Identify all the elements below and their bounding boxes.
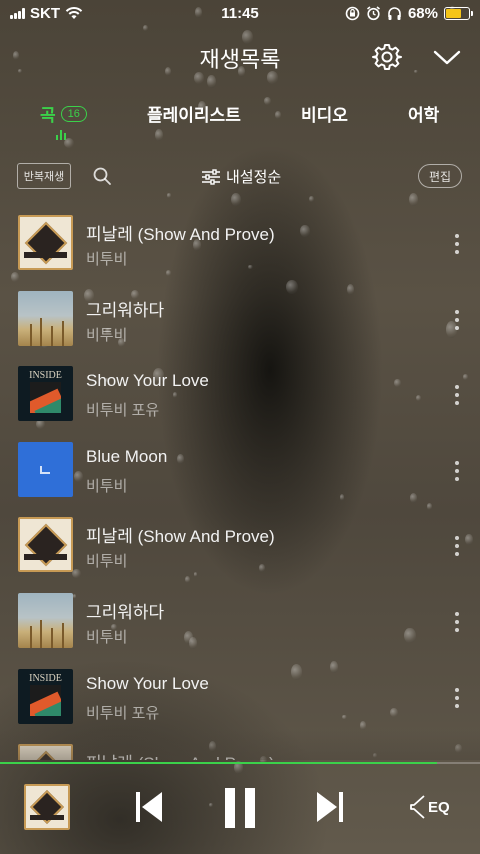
song-row[interactable]: Blue Moon 비투비 <box>0 437 480 512</box>
more-options-icon[interactable] <box>453 687 461 708</box>
speaker-icon <box>410 795 425 819</box>
album-art <box>18 441 73 497</box>
album-art <box>18 290 73 346</box>
song-title: Show Your Love <box>86 371 209 391</box>
song-title: 그리워하다 <box>86 300 165 320</box>
more-options-icon[interactable] <box>453 234 461 254</box>
now-playing-album-art[interactable] <box>24 784 70 830</box>
album-art <box>18 517 73 573</box>
tab-playlists[interactable]: 플레이리스트 <box>147 101 241 126</box>
search-icon[interactable] <box>92 166 112 186</box>
headphones-icon <box>388 7 401 20</box>
battery-icon <box>444 7 473 20</box>
status-bar: SKT 11:45 68% <box>0 0 480 28</box>
equalizer-button[interactable]: EQ <box>410 792 460 822</box>
page-title: 재생목록 <box>199 47 281 72</box>
chevron-down-icon[interactable] <box>432 44 462 70</box>
rotation-lock-icon <box>345 6 360 21</box>
album-art: INSIDE <box>18 366 73 422</box>
more-options-icon[interactable] <box>453 385 461 406</box>
now-playing-equalizer-icon <box>56 130 66 140</box>
song-row[interactable]: INSIDE Show Your Love 비투비 포유 <box>0 361 480 436</box>
edit-button[interactable]: 편집 <box>418 164 462 188</box>
song-row[interactable]: 피날레 (Show And Prove) 비투비 <box>0 210 480 285</box>
song-title: Blue Moon <box>86 446 168 466</box>
list-fade-overlay <box>0 730 480 760</box>
album-art <box>18 593 73 648</box>
battery-percent: 68% <box>407 5 438 22</box>
song-artist: 비투비 <box>86 251 128 268</box>
song-list[interactable]: 피날레 (Show And Prove) 비투비 그리워하다 비투비 INSIDE Sho… <box>0 210 480 760</box>
playback-progress-bar[interactable] <box>0 762 480 764</box>
song-artist: 비투비 포유 <box>86 402 160 420</box>
song-artist: 비투비 <box>86 477 128 495</box>
edit-label: 편집 <box>428 169 452 184</box>
tab-songs-label: 곡 <box>40 106 56 125</box>
sort-label: 내설정순 <box>226 169 282 186</box>
tab-songs[interactable]: 곡 16 <box>40 101 87 126</box>
song-row[interactable]: INSIDE Show Your Love 비투비 포유 <box>0 664 480 739</box>
previous-track-icon[interactable] <box>133 788 165 826</box>
song-row[interactable]: 그리워하다비투비 <box>0 286 480 361</box>
tab-language[interactable]: 어학 <box>408 101 439 126</box>
album-art: INSIDE <box>18 668 73 724</box>
repeat-button[interactable]: 반복재생 <box>17 163 71 189</box>
song-artist: 비투비 <box>86 629 128 646</box>
next-track-icon[interactable] <box>314 788 346 826</box>
song-artist: 비투비 <box>86 553 128 571</box>
eq-label: EQ <box>428 798 450 816</box>
song-artist: 비투비 포유 <box>86 704 160 722</box>
song-count-badge: 16 <box>60 105 87 122</box>
song-row[interactable]: 그리워하다비투비 <box>0 588 480 663</box>
song-title: 피날레 (Show And Prove) <box>86 527 275 547</box>
gear-icon[interactable] <box>372 42 402 72</box>
song-title: Show Your Love <box>86 673 209 693</box>
more-options-icon[interactable] <box>453 536 461 557</box>
more-options-icon[interactable] <box>453 460 461 481</box>
more-options-icon[interactable] <box>453 612 461 632</box>
alarm-icon <box>366 6 380 21</box>
more-options-icon[interactable] <box>453 309 461 330</box>
song-title: 그리워하다 <box>86 603 165 622</box>
album-art <box>18 215 73 270</box>
song-row[interactable]: 피날레 (Show And Prove) 비투비 <box>0 512 480 587</box>
pause-icon[interactable] <box>222 786 258 830</box>
tab-video[interactable]: 비디오 <box>301 101 348 126</box>
sliders-icon <box>202 168 220 185</box>
sort-button[interactable]: 내설정순 <box>202 166 281 187</box>
song-title: 피날레 (Show And Prove) <box>86 225 275 244</box>
repeat-label: 반복재생 <box>23 171 65 183</box>
song-artist: 비투비 <box>86 326 128 344</box>
